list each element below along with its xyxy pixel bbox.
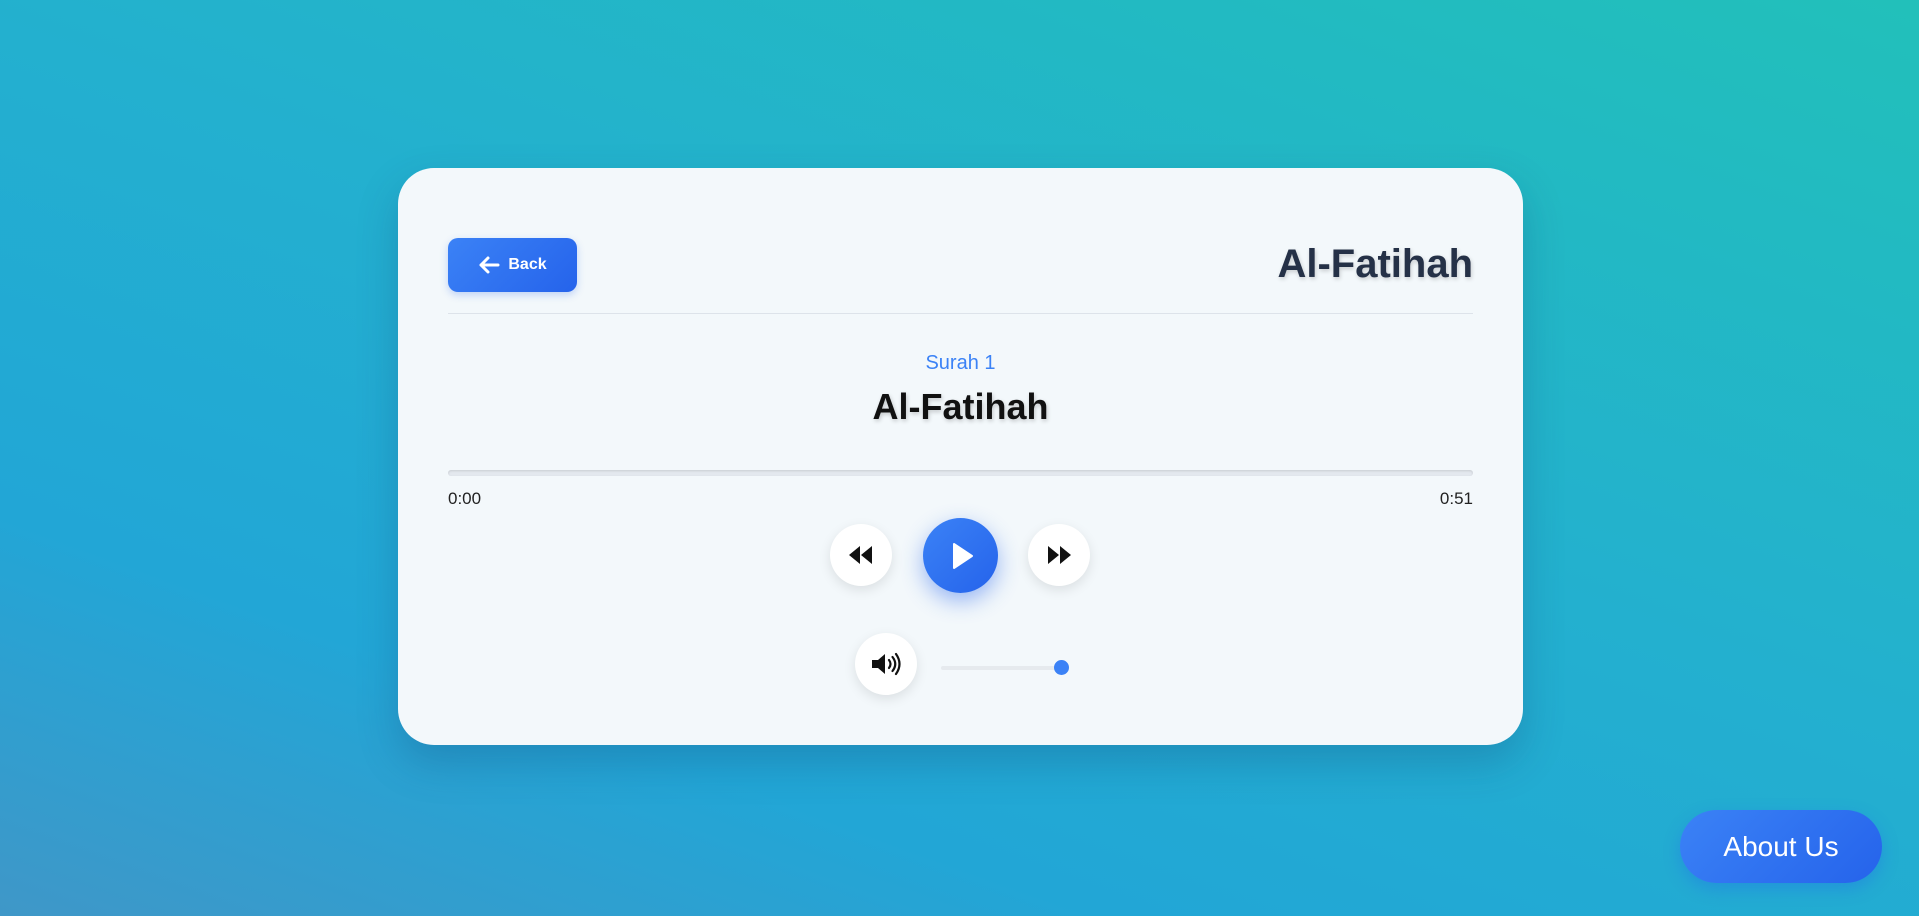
surah-number: Surah 1	[925, 352, 996, 374]
duration-time: 0:51	[1439, 489, 1473, 508]
volume-button[interactable]	[855, 633, 917, 695]
back-button-label: Back	[508, 256, 547, 273]
volume-slider-thumb[interactable]	[1053, 660, 1069, 675]
current-time: 0:00	[448, 489, 482, 508]
fast-forward-button[interactable]	[1028, 524, 1090, 586]
player-card: Back Al-Fatihah Surah 1 Al-Fatihah 0:00 …	[398, 168, 1523, 745]
rewind-icon	[849, 546, 872, 564]
arrow-left-icon	[479, 256, 500, 274]
player-header: Back Al-Fatihah	[448, 238, 1473, 314]
rewind-button[interactable]	[830, 524, 892, 586]
surah-name: Al-Fatihah	[872, 386, 1049, 427]
volume-slider[interactable]	[941, 666, 1061, 670]
page-title: Al-Fatihah	[1277, 242, 1473, 286]
play-button[interactable]	[923, 518, 998, 593]
volume-icon	[872, 652, 901, 676]
progress-bar[interactable]	[448, 470, 1473, 476]
about-us-button[interactable]: About Us	[1680, 810, 1882, 883]
fast-forward-icon	[1048, 546, 1071, 564]
back-button[interactable]: Back	[448, 238, 577, 292]
play-icon	[952, 542, 973, 569]
